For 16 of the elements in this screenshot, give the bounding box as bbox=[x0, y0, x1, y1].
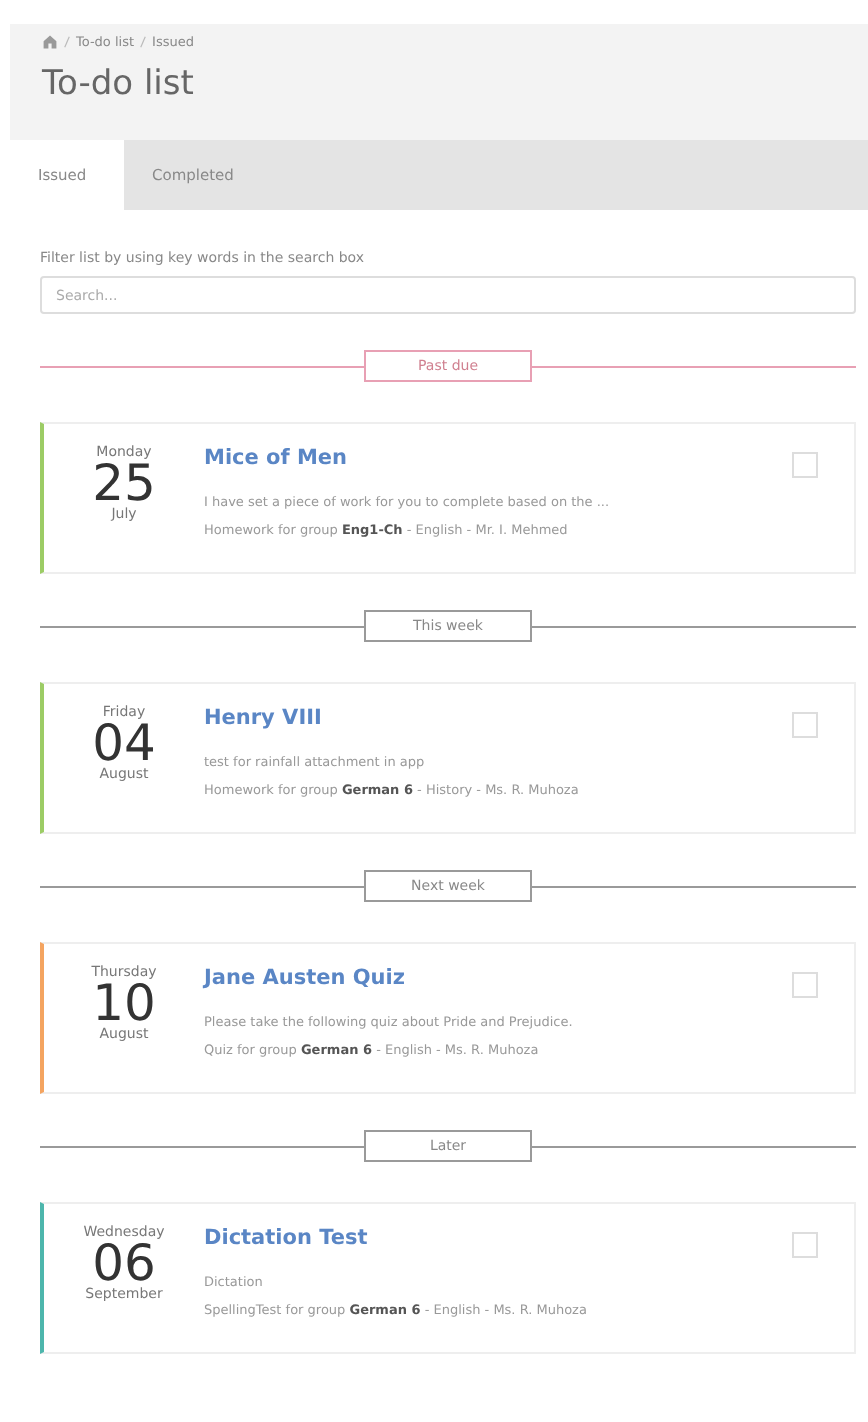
day-number: 06 bbox=[92, 1240, 156, 1286]
task-title[interactable]: Mice of Men bbox=[204, 446, 792, 470]
checkbox[interactable] bbox=[792, 452, 818, 478]
day-number: 10 bbox=[92, 980, 156, 1026]
page-title: To-do list bbox=[42, 64, 196, 104]
breadcrumb-separator-icon bbox=[140, 36, 147, 48]
task-title[interactable]: Henry VIII bbox=[204, 706, 792, 730]
task-title[interactable]: Jane Austen Quiz bbox=[204, 966, 792, 990]
checkbox[interactable] bbox=[792, 972, 818, 998]
task-title[interactable]: Dictation Test bbox=[204, 1226, 792, 1250]
day-number: 04 bbox=[92, 720, 156, 766]
breadcrumb-separator-icon bbox=[64, 36, 70, 48]
day-number: 25 bbox=[92, 460, 156, 506]
checkbox[interactable] bbox=[792, 712, 818, 738]
checkbox[interactable] bbox=[792, 1232, 818, 1258]
home-icon[interactable] bbox=[42, 34, 58, 50]
